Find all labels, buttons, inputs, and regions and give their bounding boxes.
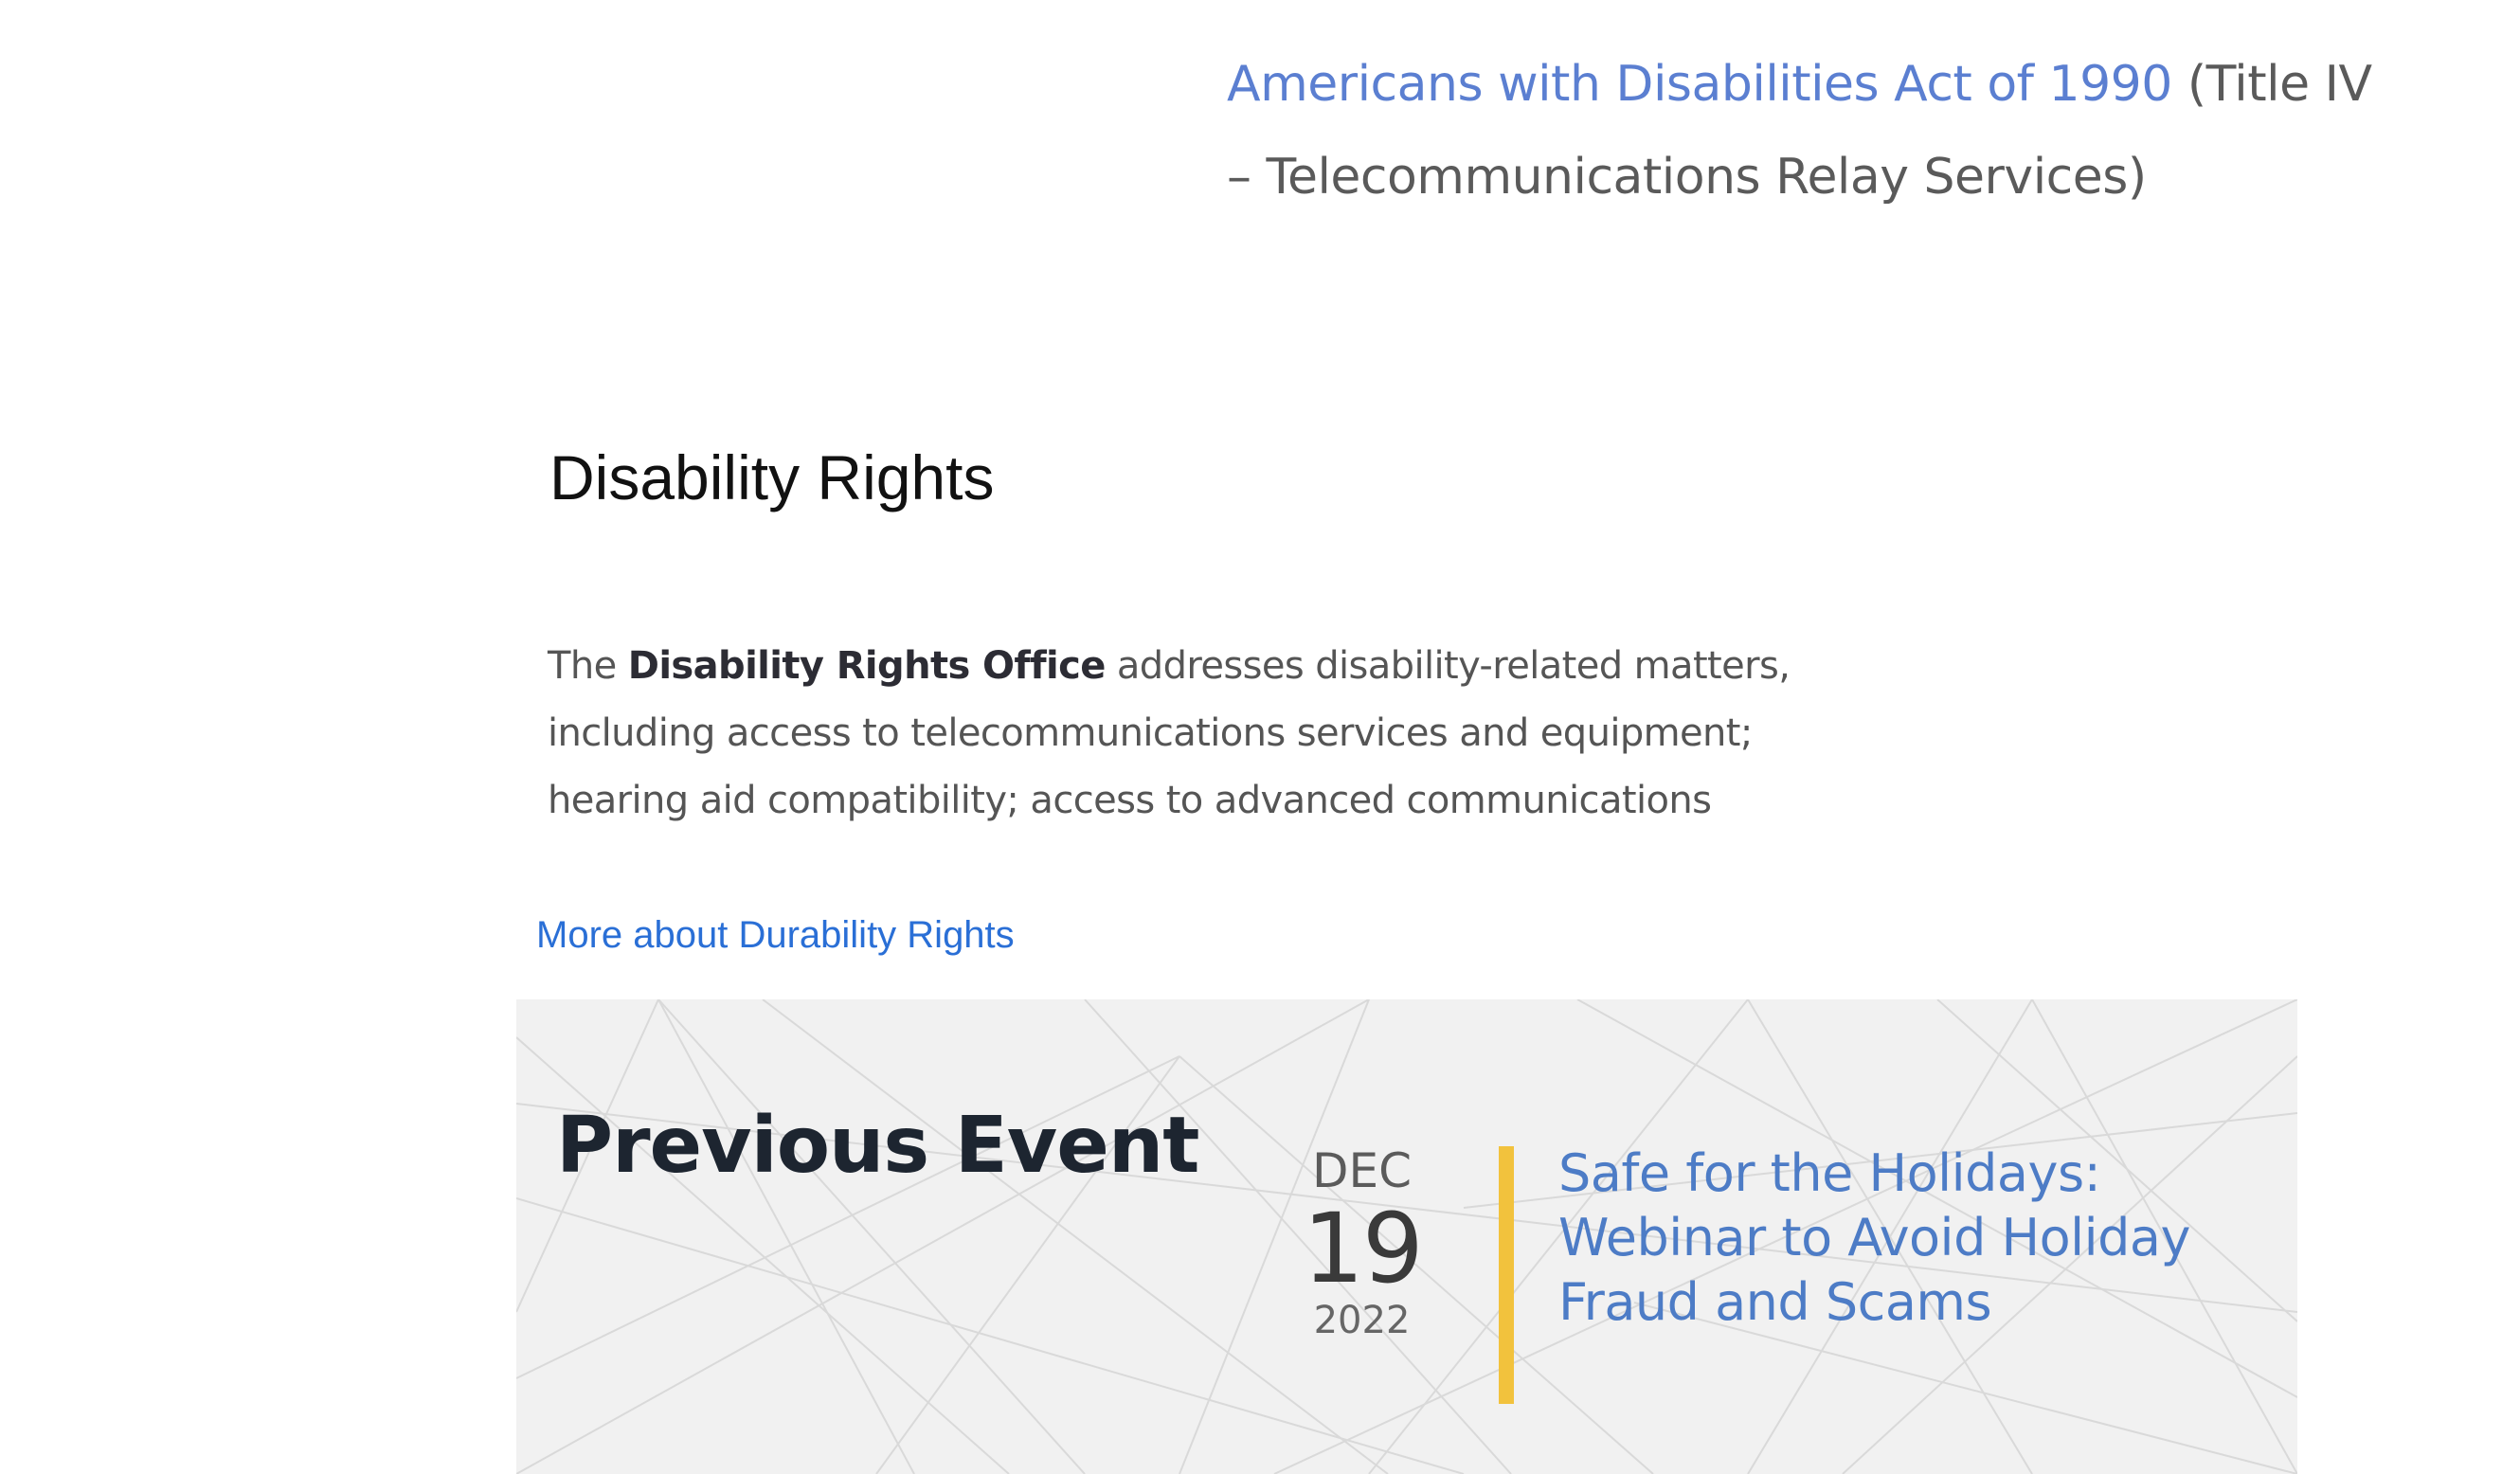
event-day: 19	[1303, 1193, 1424, 1305]
event-accent-bar	[1499, 1146, 1514, 1404]
event-month: DEC	[1311, 1143, 1412, 1198]
event-date: DEC 19 2022	[1303, 1141, 1424, 1342]
ada-1990-link[interactable]: Americans with Disabilities Act of 1990	[1227, 56, 2172, 113]
section-title: Disability Rights	[549, 442, 995, 512]
disability-rights-office-label: Disability Rights Office	[627, 644, 1107, 688]
statute-reference: Americans with Disabilities Act of 1990 …	[1227, 38, 2383, 224]
page: Americans with Disabilities Act of 1990 …	[0, 0, 2520, 1474]
description-prefix: The	[548, 644, 628, 688]
previous-event-panel: Previous Event DEC 19 2022 Safe for the …	[516, 999, 2297, 1474]
more-about-link[interactable]: More about Durability Rights	[536, 912, 1015, 958]
event-title-link[interactable]: Safe for the Holidays: Webinar to Avoid …	[1558, 1141, 2297, 1335]
section-description: The Disability Rights Office addresses d…	[548, 633, 1874, 835]
event-year: 2022	[1313, 1299, 1411, 1342]
previous-event-heading: Previous Event	[556, 1101, 1199, 1191]
